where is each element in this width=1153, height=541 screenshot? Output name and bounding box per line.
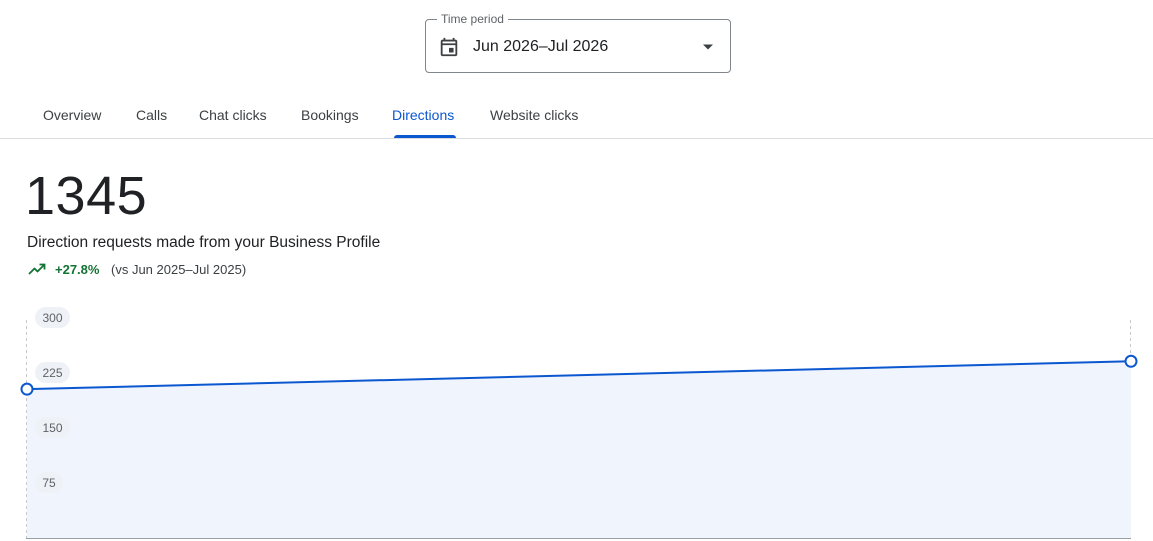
trend-comparison: (vs Jun 2025–Jul 2025) <box>111 262 247 277</box>
tab-directions[interactable]: Directions <box>392 107 454 123</box>
dropdown-arrow-icon <box>703 44 713 50</box>
time-period-select[interactable]: Time period Jun 2026–Jul 2026 <box>425 12 731 73</box>
data-point <box>1124 354 1138 368</box>
tab-overview[interactable]: Overview <box>43 107 101 123</box>
y-tick-label: 75 <box>42 476 56 490</box>
active-tab-indicator <box>394 135 456 138</box>
y-tick-label: 150 <box>42 421 62 435</box>
tab-website-clicks[interactable]: Website clicks <box>490 107 578 123</box>
chart-area <box>27 361 1131 538</box>
time-period-label: Time period <box>437 12 508 26</box>
tab-calls[interactable]: Calls <box>136 107 167 123</box>
time-period-value: Jun 2026–Jul 2026 <box>473 38 609 55</box>
calendar-icon <box>440 37 458 57</box>
trending-up-icon <box>28 263 46 275</box>
directions-chart: 300 225 150 75 <box>20 307 1138 539</box>
y-tick-label: 225 <box>42 366 62 380</box>
trend-change: +27.8% <box>55 262 100 277</box>
metric-value: 1345 <box>25 166 148 226</box>
data-point <box>20 382 34 396</box>
tab-bar: Overview Calls Chat clicks Bookings Dire… <box>0 96 1153 139</box>
metric-description: Direction requests made from your Busine… <box>27 234 381 251</box>
y-tick-label: 300 <box>42 311 62 325</box>
tab-bookings[interactable]: Bookings <box>301 107 359 123</box>
tab-chat-clicks[interactable]: Chat clicks <box>199 107 267 123</box>
